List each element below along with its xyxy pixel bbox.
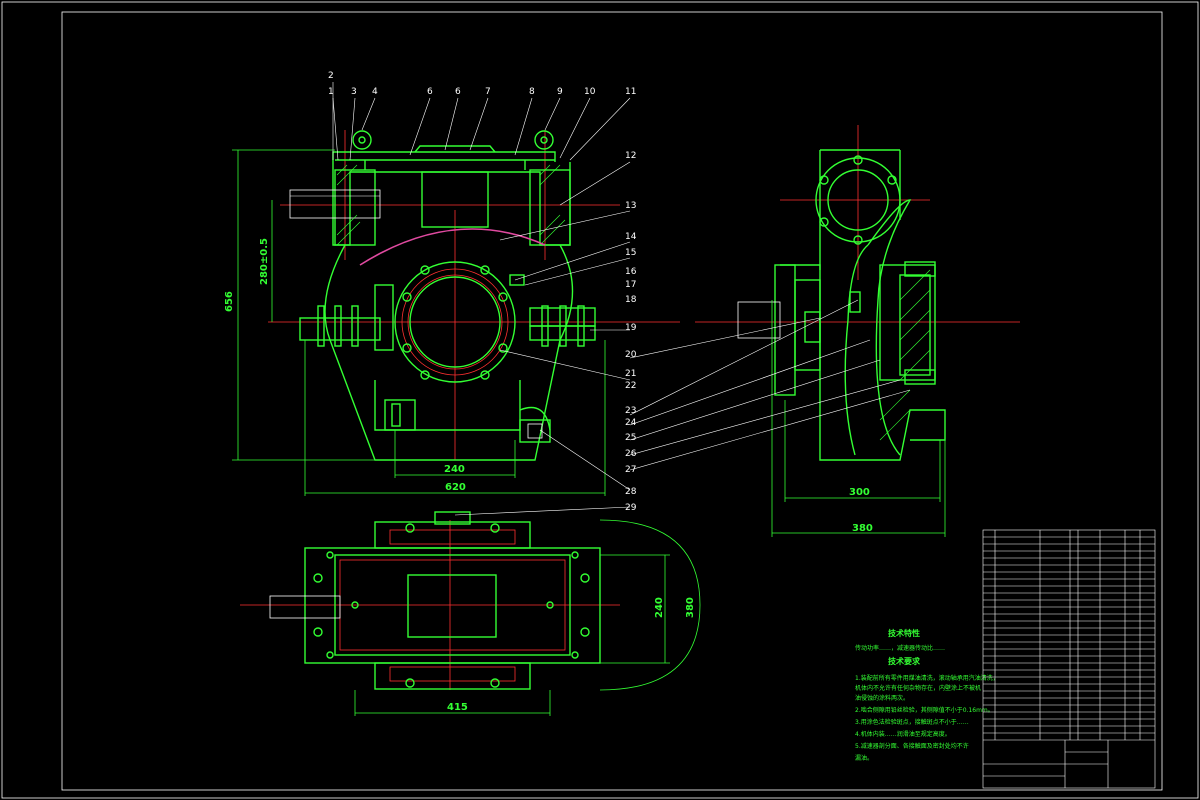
- part-number: 1: [328, 87, 334, 97]
- part-number: 25: [625, 433, 636, 443]
- part-number: 16: [625, 267, 637, 277]
- tech-req-title: 技术要求: [888, 656, 921, 666]
- tech-req-item: 2.啮合侧隙用铅丝检验，其侧隙值不小于0.16mm。: [855, 706, 994, 714]
- part-number: 22: [625, 381, 636, 391]
- part-number: 17: [625, 280, 636, 290]
- part-number: 24: [625, 418, 637, 428]
- part-number: 26: [625, 449, 637, 459]
- part-number: 11: [625, 87, 636, 97]
- tech-req-item: 油侵蚀的涂料两次。: [855, 694, 909, 702]
- part-number: 21: [625, 369, 636, 379]
- top-view: [240, 511, 620, 690]
- part-number: 18: [625, 295, 637, 305]
- tech-req-item: 5.减速器剖分面、各接触面及密封处均不许: [855, 742, 969, 750]
- dim-280: 280±0.5: [259, 238, 270, 285]
- dim-380-side: 380: [852, 523, 873, 534]
- tech-char-text: 传动功率……，减速器传动比……: [855, 644, 945, 652]
- part-number: 29: [625, 503, 637, 513]
- dim-656: 656: [224, 291, 235, 312]
- tech-req-item: 机体内不允许有任何杂物存在，内壁涂上不被机: [855, 684, 981, 692]
- part-number: 8: [529, 87, 535, 97]
- part-number: 6: [427, 87, 433, 97]
- part-number: 3: [351, 87, 357, 97]
- part-number: 13: [625, 201, 636, 211]
- part-number: 15: [625, 248, 636, 258]
- dim-620-front: 620: [445, 482, 466, 493]
- part-number: 10: [584, 87, 596, 97]
- tech-req-item: 3.用涂色法检验斑点，接触斑点不小于……: [855, 718, 969, 726]
- sheet-outer-border: [1, 1, 1199, 799]
- sheet-inner-border: [61, 11, 1163, 791]
- part-number: 23: [625, 406, 636, 416]
- cad-drawing: 656 280±0.5 240 620 300 380 415 240 380: [1, 1, 1199, 799]
- title-block: [982, 529, 1156, 789]
- part-number: 7: [485, 87, 491, 97]
- part-number: 20: [625, 350, 637, 360]
- dim-240-front: 240: [444, 464, 465, 475]
- dim-240-top: 240: [654, 597, 665, 618]
- part-number: 2: [328, 71, 334, 81]
- tech-req-item: 1.装配前所有零件用煤油清洗，滚动轴承用汽油清洗，: [855, 674, 999, 682]
- side-view: [695, 125, 1020, 461]
- dim-415-top: 415: [447, 702, 468, 713]
- part-number: 4: [372, 87, 378, 97]
- part-number: 12: [625, 151, 636, 161]
- part-number: 19: [625, 323, 637, 333]
- part-number: 28: [625, 487, 637, 497]
- part-number: 27: [625, 465, 636, 475]
- tech-req-item: 4.机体内装……润滑油至规定高度。: [855, 730, 951, 738]
- part-number: 9: [557, 87, 563, 97]
- technical-notes: 技术特性 传动功率……，减速器传动比…… 技术要求 1.装配前所有零件用煤油清洗…: [855, 628, 999, 762]
- dim-300-side: 300: [849, 487, 870, 498]
- tech-char-title: 技术特性: [888, 628, 920, 638]
- part-number: 14: [625, 232, 637, 242]
- dim-380-top: 380: [685, 597, 696, 618]
- part-number: 6: [455, 87, 461, 97]
- tech-req-item: 漏油。: [855, 754, 873, 762]
- front-view: [268, 130, 680, 461]
